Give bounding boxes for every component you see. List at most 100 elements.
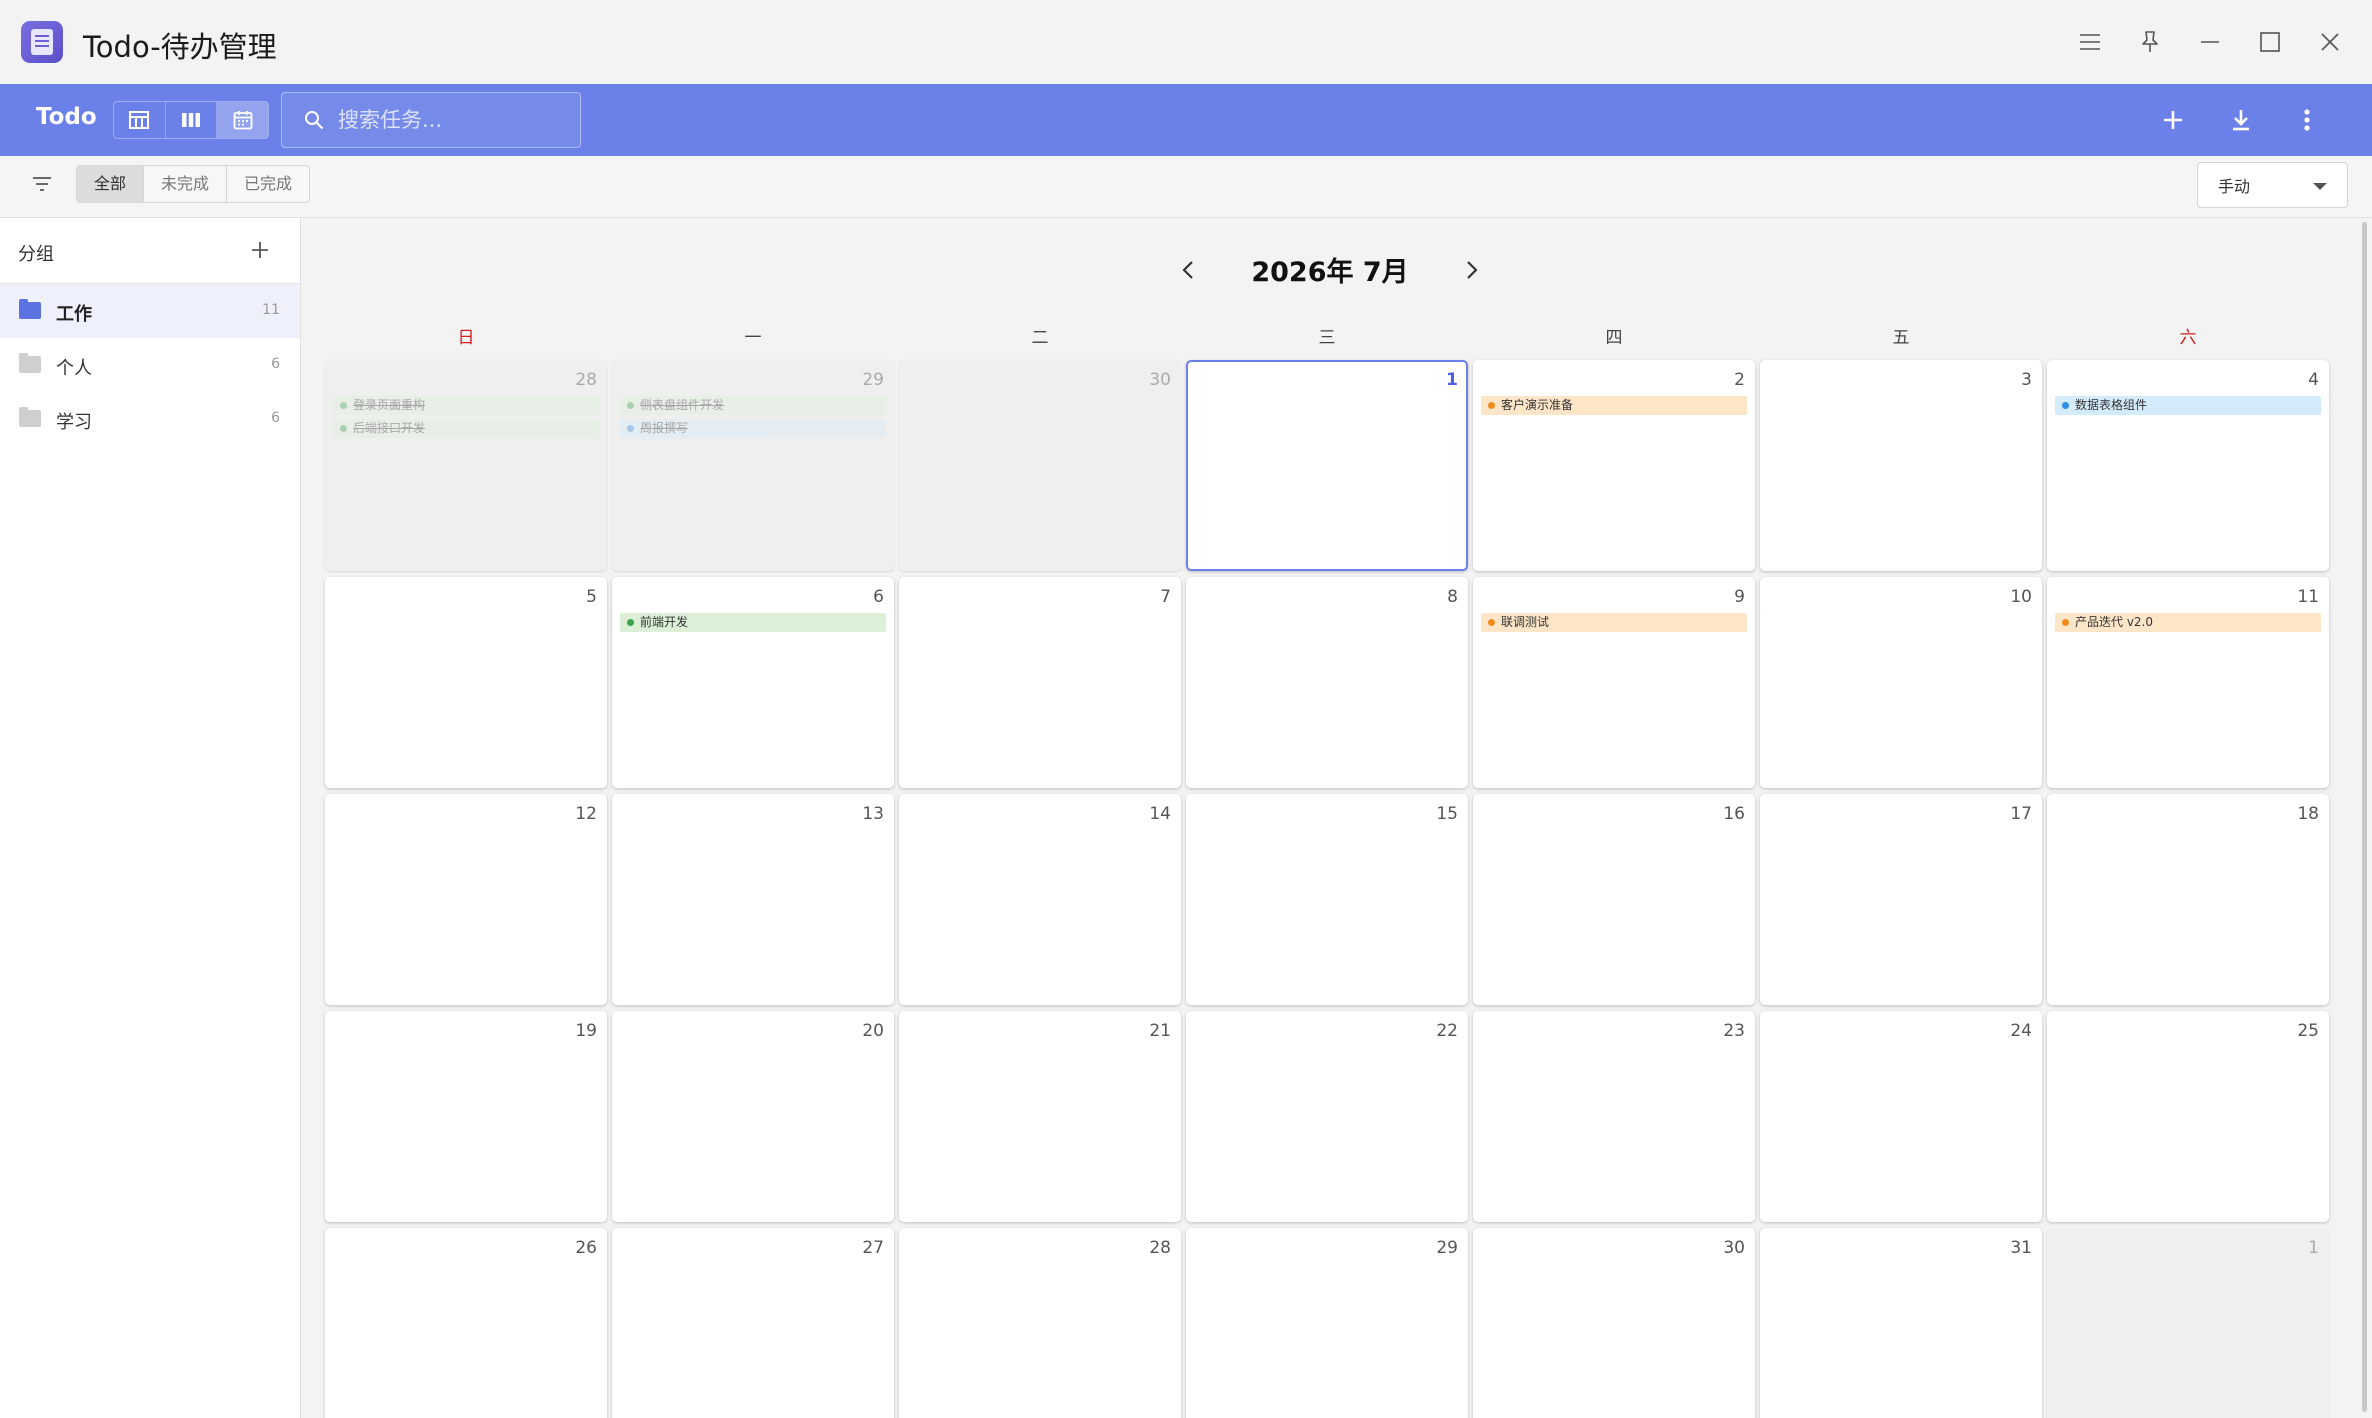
task-chip[interactable]: 前端开发 xyxy=(620,613,886,632)
day-number: 3 xyxy=(2021,370,2032,390)
calendar-day[interactable]: 11 产品迭代 v2.0 xyxy=(2047,577,2329,788)
calendar-day[interactable]: 20 xyxy=(612,1011,894,1222)
calendar-day[interactable]: 2 客户演示准备 xyxy=(1473,360,1755,571)
menu-icon[interactable] xyxy=(2070,22,2110,62)
task-chip[interactable]: 登录页面重构 xyxy=(333,396,599,415)
group-item[interactable]: 个人 6 xyxy=(0,338,300,392)
group-name: 学习 xyxy=(56,412,92,433)
calendar-day[interactable]: 29 xyxy=(1186,1228,1468,1418)
sort-select[interactable]: 手动 xyxy=(2197,162,2348,208)
day-number: 5 xyxy=(586,587,597,607)
day-number: 11 xyxy=(2297,587,2319,607)
day-number: 12 xyxy=(575,804,597,824)
calendar-day[interactable]: 8 xyxy=(1186,577,1468,788)
download-button[interactable] xyxy=(2221,100,2261,140)
day-number: 28 xyxy=(1149,1238,1171,1258)
day-number: 29 xyxy=(862,370,884,390)
calendar-day[interactable]: 30 xyxy=(899,360,1181,571)
group-name: 个人 xyxy=(56,358,92,379)
calendar-day[interactable]: 22 xyxy=(1186,1011,1468,1222)
pin-icon[interactable] xyxy=(2130,22,2170,62)
calendar-day[interactable]: 24 xyxy=(1760,1011,2042,1222)
task-chip[interactable]: 客户演示准备 xyxy=(1481,396,1747,415)
chevron-right-icon xyxy=(1467,261,1478,279)
kanban-view-button[interactable] xyxy=(166,102,218,138)
filter-incomplete[interactable]: 未完成 xyxy=(144,166,228,202)
weekday-label: 日 xyxy=(457,328,475,348)
calendar-day[interactable]: 31 xyxy=(1760,1228,2042,1418)
group-count: 11 xyxy=(262,302,280,318)
calendar-day[interactable]: 16 xyxy=(1473,794,1755,1005)
calendar-day[interactable]: 13 xyxy=(612,794,894,1005)
calendar-view-button[interactable] xyxy=(217,102,268,138)
window-title: Todo-待办管理 xyxy=(83,30,277,64)
calendar-day[interactable]: 14 xyxy=(899,794,1181,1005)
day-number: 27 xyxy=(862,1238,884,1258)
calendar-day[interactable]: 1 xyxy=(2047,1228,2329,1418)
download-icon xyxy=(2233,110,2249,131)
day-number: 7 xyxy=(1160,587,1171,607)
calendar-day[interactable]: 29 侧表盘组件开发 周报撰写 xyxy=(612,360,894,571)
filter-bar xyxy=(0,156,2372,218)
day-number: 22 xyxy=(1436,1021,1458,1041)
calendar-day[interactable]: 23 xyxy=(1473,1011,1755,1222)
close-icon[interactable] xyxy=(2310,22,2350,62)
more-options-button[interactable] xyxy=(2287,100,2327,140)
task-chip[interactable]: 数据表格组件 xyxy=(2055,396,2321,415)
calendar-day[interactable]: 10 xyxy=(1760,577,2042,788)
calendar-day[interactable]: 19 xyxy=(325,1011,607,1222)
calendar-day[interactable]: 28 xyxy=(899,1228,1181,1418)
filter-icon[interactable] xyxy=(32,176,52,196)
day-number: 20 xyxy=(862,1021,884,1041)
calendar-day[interactable]: 26 xyxy=(325,1228,607,1418)
day-number: 30 xyxy=(1723,1238,1745,1258)
calendar-day[interactable]: 15 xyxy=(1186,794,1468,1005)
calendar-day[interactable]: 5 xyxy=(325,577,607,788)
calendar-day[interactable]: 7 xyxy=(899,577,1181,788)
task-chip[interactable]: 后端接口开发 xyxy=(333,419,599,438)
calendar-day[interactable]: 3 xyxy=(1760,360,2042,571)
add-group-button[interactable] xyxy=(246,236,274,264)
calendar-day-today[interactable]: 1 xyxy=(1186,360,1468,571)
maximize-icon[interactable] xyxy=(2250,22,2290,62)
day-number: 24 xyxy=(2010,1021,2032,1041)
filter-completed[interactable]: 已完成 xyxy=(227,166,309,202)
more-vertical-icon xyxy=(2304,109,2310,131)
calendar-day[interactable]: 18 xyxy=(2047,794,2329,1005)
day-number: 9 xyxy=(1734,587,1745,607)
minimize-icon[interactable] xyxy=(2190,22,2230,62)
search-input[interactable] xyxy=(338,108,558,132)
chevron-left-icon xyxy=(1182,261,1193,279)
calendar-day[interactable]: 30 xyxy=(1473,1228,1755,1418)
calendar-day[interactable]: 17 xyxy=(1760,794,2042,1005)
table-icon xyxy=(129,111,150,129)
group-item[interactable]: 学习 6 xyxy=(0,392,300,446)
calendar-day[interactable]: 6 前端开发 xyxy=(612,577,894,788)
task-chip[interactable]: 联调测试 xyxy=(1481,613,1747,632)
calendar-day[interactable]: 21 xyxy=(899,1011,1181,1222)
search-box[interactable] xyxy=(281,92,581,148)
sidebar-title: 分组 xyxy=(18,244,54,265)
day-number: 30 xyxy=(1149,370,1171,390)
prev-month-button[interactable] xyxy=(1172,250,1204,290)
calendar-icon xyxy=(233,111,253,130)
task-chip[interactable]: 产品迭代 v2.0 xyxy=(2055,613,2321,632)
calendar-day[interactable]: 28 登录页面重构 后端接口开发 xyxy=(325,360,607,571)
filter-all[interactable]: 全部 xyxy=(77,166,145,202)
task-chip[interactable]: 周报撰写 xyxy=(620,419,886,438)
scrollbar[interactable] xyxy=(2362,222,2367,1412)
day-number: 8 xyxy=(1447,587,1458,607)
calendar-day[interactable]: 9 联调测试 xyxy=(1473,577,1755,788)
day-number: 10 xyxy=(2010,587,2032,607)
next-month-button[interactable] xyxy=(1456,250,1488,290)
weekday-label: 五 xyxy=(1892,328,1910,348)
calendar-day[interactable]: 25 xyxy=(2047,1011,2329,1222)
calendar-day[interactable]: 4 数据表格组件 xyxy=(2047,360,2329,571)
table-view-button[interactable] xyxy=(114,102,166,138)
calendar-day[interactable]: 27 xyxy=(612,1228,894,1418)
task-chip[interactable]: 侧表盘组件开发 xyxy=(620,396,886,415)
calendar-day[interactable]: 12 xyxy=(325,794,607,1005)
group-item[interactable]: 工作 11 xyxy=(0,284,300,338)
title-bar: Todo-待办管理 xyxy=(0,0,2372,84)
add-task-button[interactable] xyxy=(2153,100,2193,140)
